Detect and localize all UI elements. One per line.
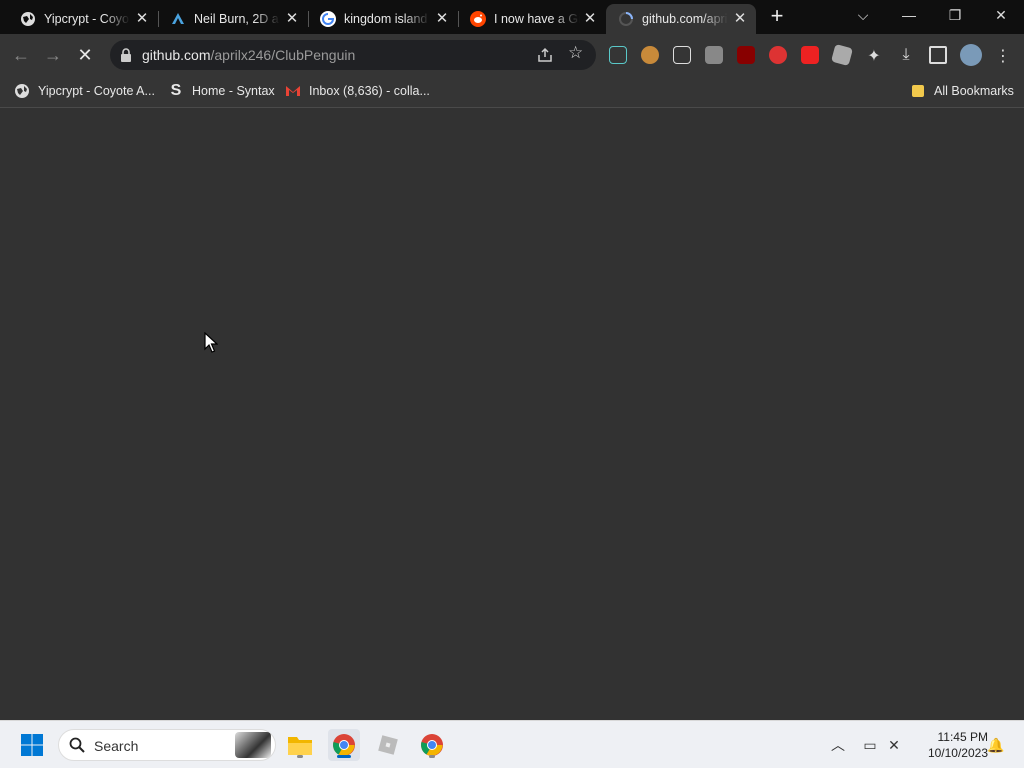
tab-title: Neil Burn, 2D artist: [194, 12, 280, 26]
browser-toolbar: ← → ✕ github.com/aprilx246/ClubPenguin ☆…: [0, 34, 1024, 76]
tab-github-active[interactable]: github.com/aprilx246 ✕: [606, 4, 756, 34]
close-tab-icon[interactable]: ✕: [284, 11, 300, 27]
puzzle-extensions-icon[interactable]: ✦: [865, 46, 883, 65]
url-host: github.com: [142, 47, 211, 63]
bookmark-label: Inbox (8,636) - colla...: [309, 84, 430, 98]
tab-kingdom-island[interactable]: kingdom island ✕: [308, 4, 459, 34]
tab-title: github.com/aprilx246: [642, 12, 728, 26]
notification-bell-icon[interactable]: 🔔: [986, 735, 1006, 755]
close-window-button[interactable]: ✕: [978, 0, 1024, 30]
lock-icon: [120, 48, 132, 62]
close-tab-icon[interactable]: ✕: [582, 11, 598, 27]
volume-muted-icon[interactable]: ✕: [884, 735, 904, 755]
extension-box-icon[interactable]: [673, 46, 691, 64]
bookmark-star-icon[interactable]: ☆: [568, 43, 583, 63]
bookmarks-bar: Yipcrypt - Coyote A... S Home - Syntax I…: [0, 76, 1024, 108]
taskbar-search-box[interactable]: Search: [58, 729, 276, 761]
bookmark-label: Yipcrypt - Coyote A...: [38, 84, 155, 98]
tab-title: I now have a GitHub: [494, 12, 580, 26]
roblox-extension-icon[interactable]: [830, 43, 854, 67]
syntax-s-icon: S: [170, 82, 182, 99]
bookmark-yipcrypt[interactable]: Yipcrypt - Coyote A...: [14, 83, 155, 99]
back-button[interactable]: ←: [8, 42, 34, 68]
tab-neil-burn[interactable]: Neil Burn, 2D artist ✕: [158, 4, 309, 34]
extension-s-icon[interactable]: [609, 46, 627, 64]
active-indicator: [337, 755, 351, 758]
windows-taskbar: Search ︿ ▭ ✕ 11:45 PM 10/10/2023 🔔: [0, 720, 1024, 768]
menu-kebab-icon[interactable]: ⋮: [994, 46, 1012, 65]
loading-icon: [618, 11, 634, 27]
cookie-extension-icon[interactable]: [641, 46, 659, 64]
all-bookmarks-folder[interactable]: All Bookmarks: [910, 83, 1014, 99]
folder-icon: [910, 83, 926, 99]
youtube-extension-icon[interactable]: [801, 46, 819, 64]
roblox-icon: [378, 735, 398, 755]
folder-icon: [288, 737, 312, 755]
chrome-icon: [421, 734, 443, 756]
close-tab-icon[interactable]: ✕: [134, 11, 150, 27]
artstation-icon: [170, 11, 186, 27]
roblox-taskbar-button[interactable]: [372, 729, 404, 761]
tab-reddit[interactable]: I now have a GitHub ✕: [458, 4, 606, 34]
profile-avatar[interactable]: [960, 44, 982, 66]
clock-date: 10/10/2023: [927, 746, 988, 760]
printer-extension-icon[interactable]: [705, 46, 723, 64]
reddit-icon: [470, 11, 486, 27]
restore-button[interactable]: ❐: [932, 0, 978, 30]
running-indicator: [297, 755, 303, 758]
mouse-cursor-icon: [204, 332, 218, 353]
search-icon: [69, 737, 85, 753]
side-panel-icon[interactable]: [929, 46, 947, 64]
google-icon: [320, 11, 336, 27]
system-clock[interactable]: 11:45 PM 10/10/2023: [914, 729, 988, 761]
chrome-profile-taskbar-button[interactable]: [416, 729, 448, 761]
bookmark-syntax[interactable]: S Home - Syntax: [168, 82, 275, 99]
file-explorer-taskbar-button[interactable]: [284, 729, 316, 761]
bookmark-label: Home - Syntax: [192, 84, 275, 98]
tab-search-chevron-icon[interactable]: ⌵: [840, 0, 886, 30]
tab-title: kingdom island: [344, 12, 428, 26]
start-button[interactable]: [16, 729, 48, 761]
new-tab-button[interactable]: +: [766, 5, 788, 28]
search-label: Search: [94, 738, 139, 754]
running-indicator: [429, 755, 435, 758]
tab-title: Yipcrypt - Coyote A...: [44, 12, 130, 26]
gmail-icon: [285, 83, 301, 99]
globe-icon: [14, 83, 30, 99]
url-path: /aprilx246/ClubPenguin: [210, 47, 356, 63]
tab-strip: Yipcrypt - Coyote A... ✕ Neil Burn, 2D a…: [0, 0, 1024, 34]
show-hidden-icons-chevron-icon[interactable]: ︿: [828, 735, 848, 755]
clock-time: 11:45 PM: [937, 730, 988, 744]
chrome-taskbar-button[interactable]: [328, 729, 360, 761]
search-highlight-image: [235, 732, 271, 758]
stop-loading-button[interactable]: ✕: [72, 42, 98, 68]
minimize-button[interactable]: —: [886, 0, 932, 30]
ublock-icon[interactable]: [737, 46, 755, 64]
bookmark-gmail[interactable]: Inbox (8,636) - colla...: [285, 83, 430, 99]
download-icon[interactable]: ⤓: [897, 46, 915, 64]
tab-yipcrypt[interactable]: Yipcrypt - Coyote A... ✕: [8, 4, 159, 34]
close-tab-icon[interactable]: ✕: [732, 11, 748, 27]
all-bookmarks-label: All Bookmarks: [934, 84, 1014, 98]
extension-red-circle-icon[interactable]: [769, 46, 787, 64]
chrome-icon: [333, 734, 355, 756]
globe-icon: [20, 11, 36, 27]
share-icon[interactable]: [536, 46, 554, 64]
network-icon[interactable]: ▭: [860, 735, 880, 755]
windows-logo-icon: [21, 734, 43, 756]
page-viewport[interactable]: [0, 109, 1024, 720]
url-text: github.com/aprilx246/ClubPenguin: [142, 47, 355, 63]
close-tab-icon[interactable]: ✕: [434, 11, 450, 27]
forward-button[interactable]: →: [40, 42, 66, 68]
address-bar[interactable]: github.com/aprilx246/ClubPenguin ☆: [110, 40, 596, 70]
